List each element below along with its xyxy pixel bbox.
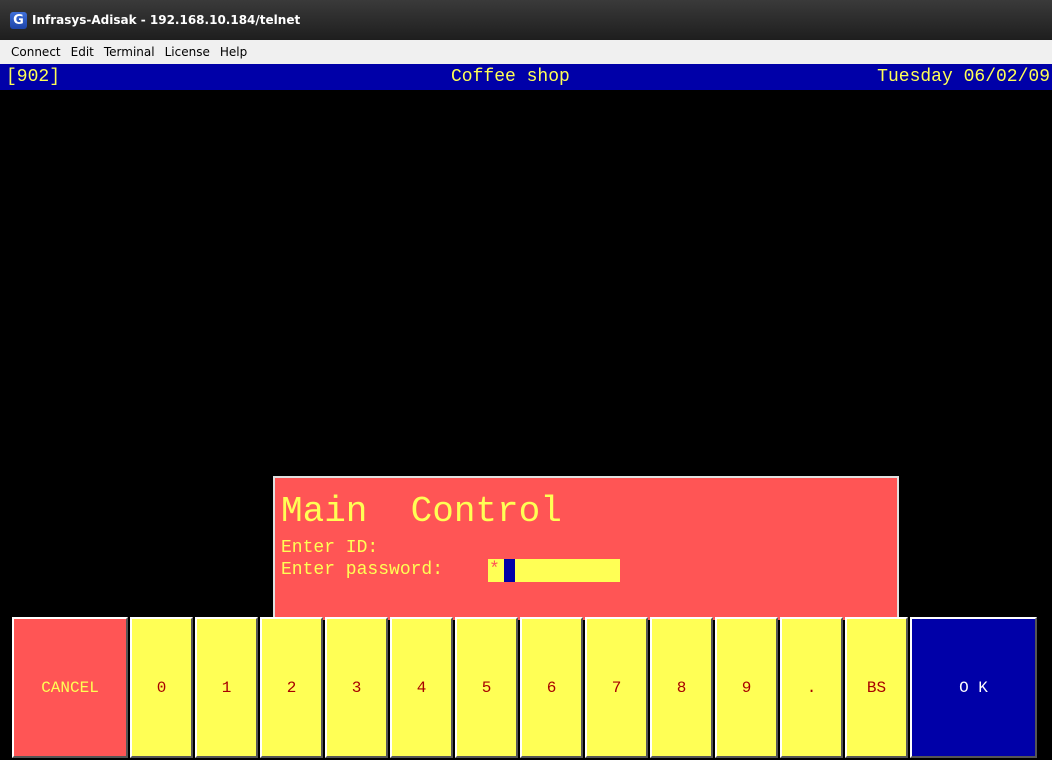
key-7[interactable]: 7 xyxy=(585,617,648,758)
cancel-button[interactable]: CANCEL xyxy=(12,617,128,758)
text-cursor xyxy=(504,559,515,582)
current-date: Tuesday 06/02/09 xyxy=(877,67,1050,87)
key-decimal[interactable]: . xyxy=(780,617,843,758)
dialog-title: Main Control xyxy=(281,491,562,532)
menu-license[interactable]: License xyxy=(160,45,215,59)
enter-id-label: Enter ID: xyxy=(281,538,379,558)
password-mask: * xyxy=(489,560,500,580)
main-control-dialog: Main Control Enter ID: Enter password: * xyxy=(273,476,899,620)
menu-terminal[interactable]: Terminal xyxy=(99,45,160,59)
key-5[interactable]: 5 xyxy=(455,617,518,758)
title-bar: G Infrasys-Adisak - 192.168.10.184/telne… xyxy=(0,0,1052,40)
menu-bar: Connect Edit Terminal License Help xyxy=(0,40,1052,64)
telnet-window: G Infrasys-Adisak - 192.168.10.184/telne… xyxy=(0,0,1052,760)
numeric-keypad: CANCEL 0 1 2 3 4 5 6 7 8 9 . BS O K xyxy=(12,617,1042,758)
key-8[interactable]: 8 xyxy=(650,617,713,758)
terminal-screen: [902] Coffee shop Tuesday 06/02/09 Main … xyxy=(0,64,1052,760)
app-icon: G xyxy=(10,11,27,29)
password-field[interactable]: * xyxy=(488,559,620,582)
backspace-button[interactable]: BS xyxy=(845,617,908,758)
window-title: Infrasys-Adisak - 192.168.10.184/telnet xyxy=(32,13,301,27)
menu-help[interactable]: Help xyxy=(215,45,252,59)
key-2[interactable]: 2 xyxy=(260,617,323,758)
menu-edit[interactable]: Edit xyxy=(66,45,99,59)
outlet-name: Coffee shop xyxy=(451,67,570,87)
ok-button[interactable]: O K xyxy=(910,617,1037,758)
terminal-id: [902] xyxy=(6,67,61,87)
enter-password-label: Enter password: xyxy=(281,560,444,580)
key-1[interactable]: 1 xyxy=(195,617,258,758)
menu-connect[interactable]: Connect xyxy=(6,45,66,59)
key-9[interactable]: 9 xyxy=(715,617,778,758)
key-0[interactable]: 0 xyxy=(130,617,193,758)
key-6[interactable]: 6 xyxy=(520,617,583,758)
key-4[interactable]: 4 xyxy=(390,617,453,758)
status-bar: [902] Coffee shop Tuesday 06/02/09 xyxy=(0,64,1052,90)
key-3[interactable]: 3 xyxy=(325,617,388,758)
